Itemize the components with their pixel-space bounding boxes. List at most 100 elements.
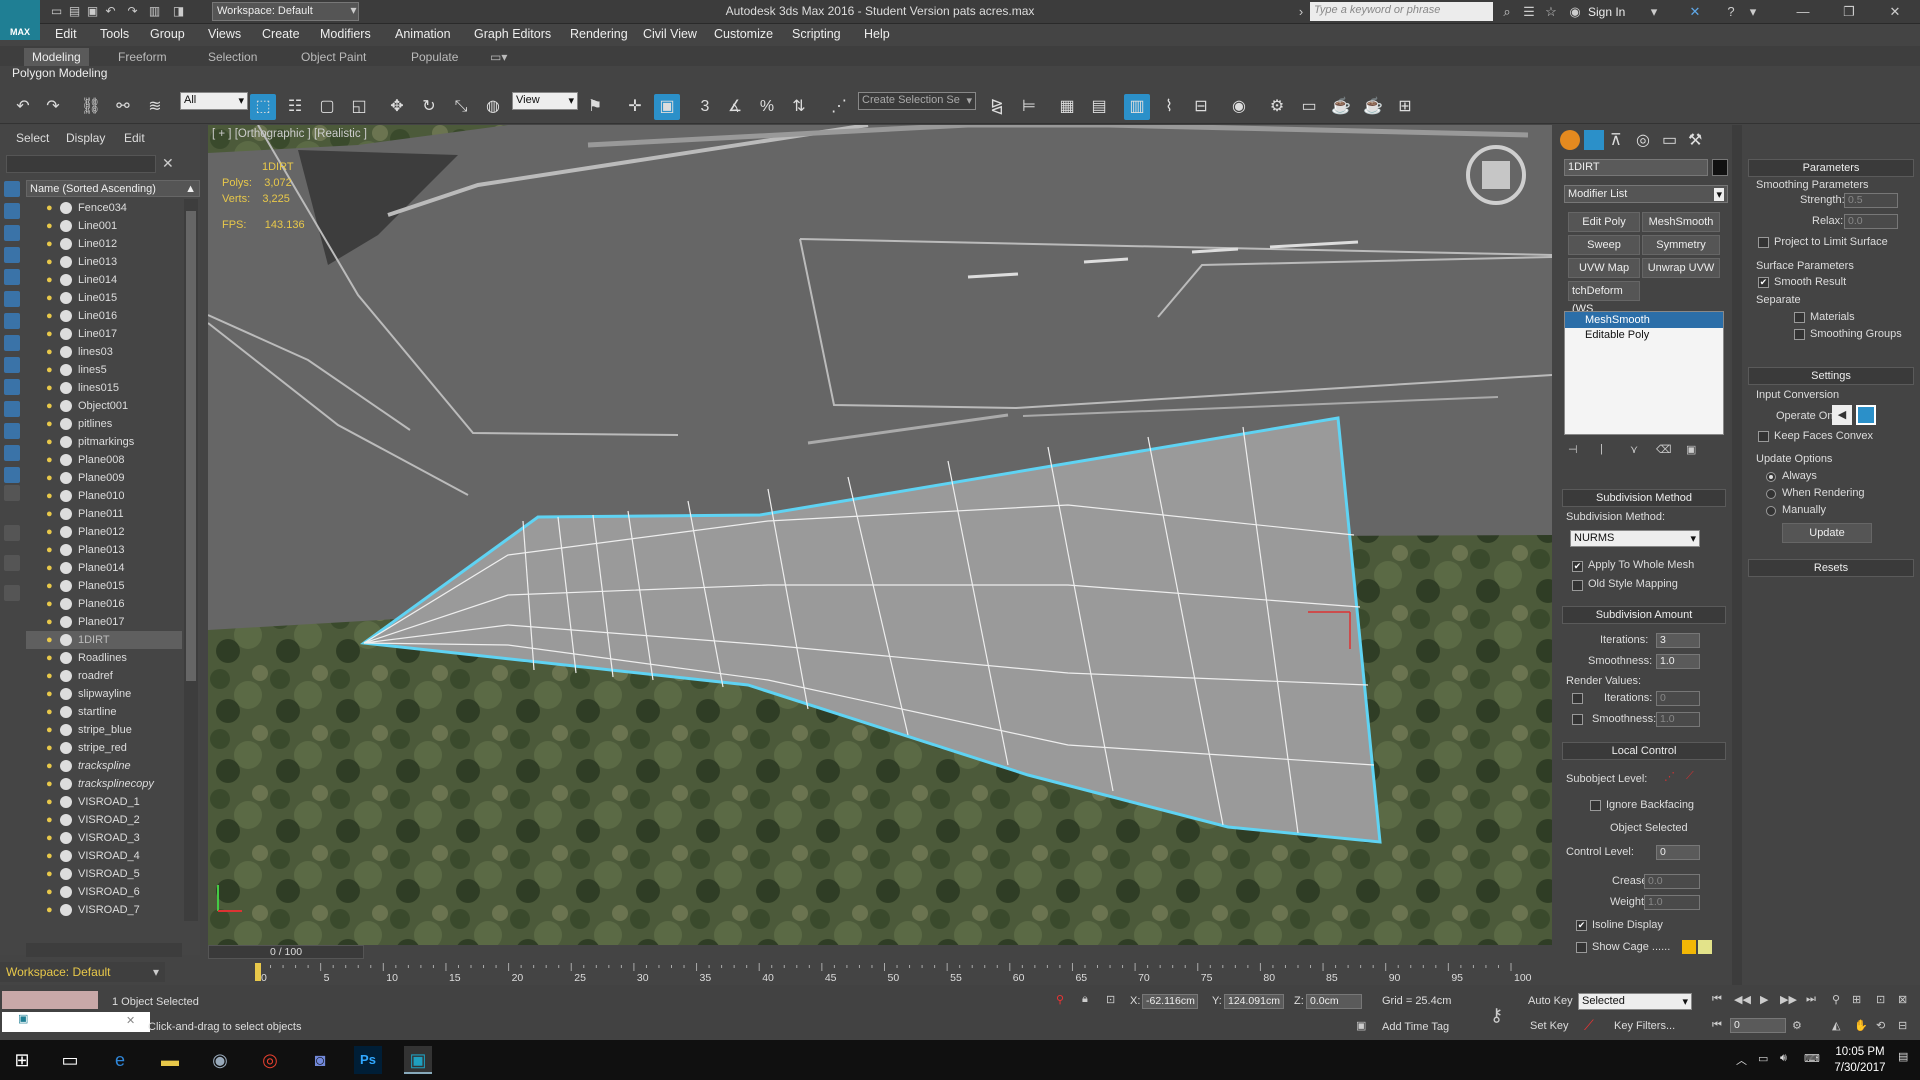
edge-browser-icon[interactable]: e [106,1046,134,1074]
scene-list-item[interactable]: ● Plane010 [26,487,182,505]
subdivision-method-rollout[interactable]: Subdivision Method [1562,489,1726,507]
resets-rollout[interactable]: Resets [1748,559,1914,577]
tab-selection[interactable]: Selection [200,48,265,66]
update-button[interactable]: Update [1782,523,1872,543]
modifier-list-dropdown[interactable]: Modifier List ▾ [1564,185,1728,203]
ribbon-toggle-icon[interactable]: ▭▾ [482,48,515,66]
visibility-bulb-icon[interactable]: ● [46,814,56,826]
display-cameras-icon[interactable] [4,269,20,285]
visibility-bulb-icon[interactable]: ● [46,670,56,682]
visibility-bulb-icon[interactable]: ● [46,634,56,646]
scene-list-item[interactable]: ● Line013 [26,253,182,271]
pin-stack-icon[interactable]: ⊣ [1568,443,1578,456]
tab-freeform[interactable]: Freeform [110,48,175,66]
spinner-snap-icon[interactable]: ⇅ [786,94,812,120]
menu-scripting[interactable]: Scripting [792,27,841,41]
clear-search-icon[interactable]: ✕ [162,155,174,172]
snaps-toggle-icon[interactable]: 3 [692,94,718,120]
display-tab-icon[interactable]: ▭ [1662,130,1677,150]
scene-list-item[interactable]: ● Plane014 [26,559,182,577]
x-coordinate-field[interactable]: -62.116cm [1142,994,1198,1009]
visibility-bulb-icon[interactable]: ● [46,562,56,574]
key-mode-dropdown[interactable]: Selected ▾ [1578,993,1692,1010]
scene-list-item[interactable]: ● Fence034 [26,199,182,217]
scene-list-item[interactable]: ● 1DIRT [26,631,182,649]
menu-customize[interactable]: Customize [714,27,773,41]
display-space-warps-icon[interactable] [4,313,20,329]
exchange-icon[interactable]: ✕ [1686,3,1704,21]
visibility-bulb-icon[interactable]: ● [46,742,56,754]
render-iterative-icon[interactable]: ☕ [1360,94,1386,120]
viewport-label-menu[interactable]: [ + ] [Orthographic ] [Realistic ] [212,128,367,140]
align-icon[interactable]: ⊨ [1016,94,1042,120]
scene-list-item[interactable]: ● startline [26,703,182,721]
scene-list-item[interactable]: ● Plane009 [26,469,182,487]
menu-civil-view[interactable]: Civil View [643,27,697,41]
crease-spinner[interactable]: 0.0 [1644,874,1700,889]
menu-group[interactable]: Group [150,27,185,41]
visibility-bulb-icon[interactable]: ● [46,724,56,736]
stack-item-editable-poly[interactable]: Editable Poly [1565,328,1723,344]
local-control-rollout[interactable]: Local Control [1562,742,1726,760]
maxscript-listener[interactable] [2,991,98,1009]
file-explorer-icon[interactable]: ▬ [156,1046,184,1074]
time-slider[interactable]: 0 / 100 [208,945,364,959]
display-bones-icon[interactable] [4,379,20,395]
old-style-mapping-checkbox[interactable] [1572,580,1583,591]
filter-icon[interactable] [4,585,20,601]
select-object-icon[interactable]: ⬚ [250,94,276,120]
display-lights-icon[interactable] [4,247,20,263]
favorites-icon[interactable]: ☆ [1542,3,1560,21]
pan-view-icon[interactable]: ✋ [1854,1019,1868,1032]
menu-create[interactable]: Create [262,27,300,41]
visibility-bulb-icon[interactable]: ● [46,688,56,700]
scene-search-input[interactable] [6,155,156,173]
workspace-dropdown-arrow-icon[interactable]: ▾ [345,2,362,19]
notifications-icon[interactable]: ▤ [1898,1050,1908,1063]
maxscript-mini-listener[interactable]: ▣ ✕ [2,1012,150,1032]
make-unique-icon[interactable]: ⋎ [1630,443,1638,456]
display-xrefs-icon[interactable] [4,357,20,373]
render-setup-icon[interactable]: ⚙ [1264,94,1290,120]
visibility-bulb-icon[interactable]: ● [46,706,56,718]
visibility-bulb-icon[interactable]: ● [46,274,56,286]
3dsmax-taskbar-icon[interactable]: ▣ [404,1046,432,1074]
y-coordinate-field[interactable]: 124.091cm [1224,994,1284,1009]
modify-tab-icon[interactable] [1584,130,1604,150]
cage-selected-color-swatch[interactable] [1698,940,1712,954]
show-cage-checkbox[interactable] [1576,942,1587,953]
visibility-bulb-icon[interactable]: ● [46,868,56,880]
skin-wrap-deform-button[interactable]: tchDeform (WS [1568,281,1640,315]
named-selection-set-dropdown[interactable]: Create Selection Se ▾ [858,92,976,110]
sign-in-link[interactable]: Sign In [1588,5,1625,19]
visibility-bulb-icon[interactable]: ● [46,886,56,898]
placement-icon[interactable]: ◍ [480,94,506,120]
zoom-icon[interactable]: ⚲ [1832,993,1840,1006]
scene-list-item[interactable]: ● VISROAD_3 [26,829,182,847]
start-button-icon[interactable]: ⊞ [8,1046,36,1074]
configure-sets-icon[interactable]: ▣ [1686,443,1696,456]
zoom-extents-all-icon[interactable]: ⊠ [1898,993,1907,1006]
manipulate-icon[interactable]: ✛ [622,94,648,120]
display-shapes-icon[interactable] [4,225,20,241]
taskbar-clock[interactable]: 10:05 PM 7/30/2017 [1830,1044,1890,1076]
toggle-ribbon-icon[interactable]: ▤ [1086,94,1112,120]
visibility-bulb-icon[interactable]: ● [46,760,56,772]
scene-list-item[interactable]: ● Line017 [26,325,182,343]
visibility-bulb-icon[interactable]: ● [46,256,56,268]
search-arrow-icon[interactable]: › [1292,3,1310,21]
schematic-view-icon[interactable]: ⊟ [1188,94,1214,120]
add-time-tag-button[interactable]: Add Time Tag [1382,1021,1449,1033]
help-icon[interactable]: ? [1722,3,1740,21]
scene-list-item[interactable]: ● pitlines [26,415,182,433]
key-filters-button[interactable]: Key Filters... [1614,1020,1675,1032]
smooth-result-checkbox[interactable]: ✔ [1758,277,1769,288]
viewport[interactable]: [ + ] [Orthographic ] [Realistic ] 1DIRT… [208,125,1552,945]
visibility-bulb-icon[interactable]: ● [46,382,56,394]
volume-icon[interactable]: 🔊︎ [1780,1052,1787,1065]
visibility-bulb-icon[interactable]: ● [46,544,56,556]
orbit-icon[interactable]: ⟲ [1876,1019,1885,1032]
selection-lock-icon[interactable]: 🔒︎ [1082,993,1088,1006]
z-coordinate-field[interactable]: 0.0cm [1306,994,1362,1009]
isolate-selection-icon[interactable]: ⚲ [1056,993,1064,1006]
